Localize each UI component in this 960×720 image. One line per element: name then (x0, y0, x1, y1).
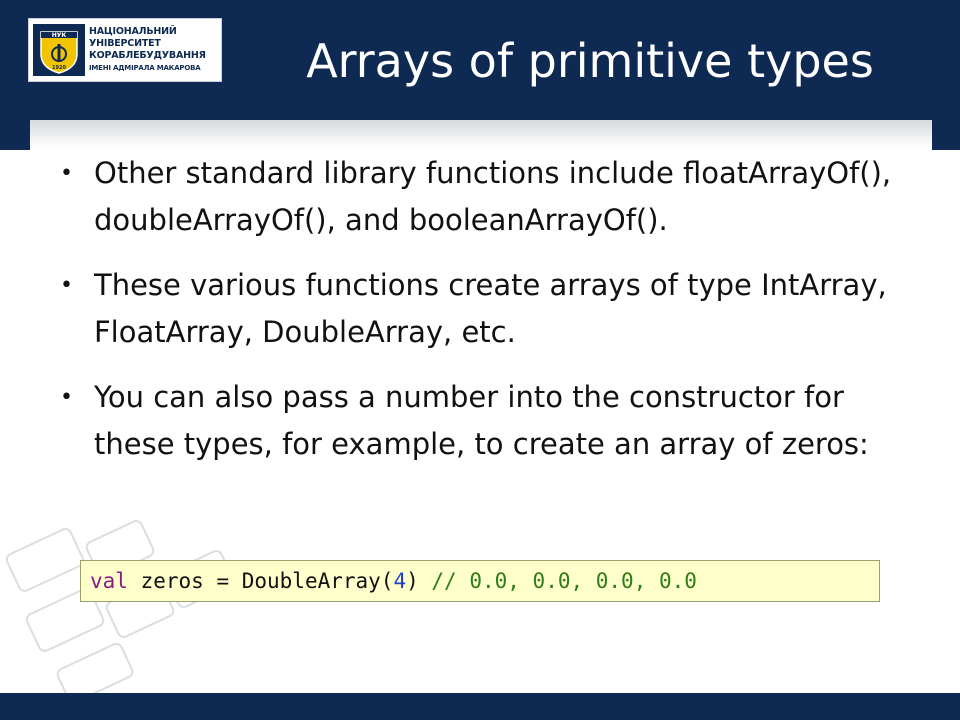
logo-line-1: НАЦІОНАЛЬНИЙ (89, 26, 177, 37)
keyboard-decoration-icon (5, 520, 235, 695)
logo-line-4: ІМЕНІ АДМІРАЛА МАКАРОВА (89, 64, 201, 72)
code-comment: // 0.0, 0.0, 0.0, 0.0 (431, 569, 697, 593)
code-keyword: val (90, 569, 128, 593)
bullet-item: • Other standard library functions inclu… (58, 150, 918, 244)
logo-line-2: УНІВЕРСИТЕТ (89, 38, 161, 49)
slide-header: НУК 1920 НАЦІОНАЛЬНИЙ УНІВЕРСИТЕТ КОРАБЛ… (0, 0, 960, 120)
emblem-year: 1920 (52, 65, 66, 71)
slide-body: • Other standard library functions inclu… (58, 150, 918, 486)
bullet-text: These various functions create arrays of… (94, 268, 887, 349)
bullet-item: • You can also pass a number into the co… (58, 374, 918, 468)
bullet-text: You can also pass a number into the cons… (94, 380, 869, 461)
emblem-letters: НУК (52, 32, 67, 39)
bullet-icon: • (60, 385, 73, 410)
bullet-item: • These various functions create arrays … (58, 262, 918, 356)
bullet-icon: • (60, 161, 73, 186)
code-snippet: val zeros = DoubleArray(4) // 0.0, 0.0, … (80, 560, 880, 602)
bullet-icon: • (60, 273, 73, 298)
header-edge-right (932, 120, 960, 150)
slide-footer (0, 693, 960, 720)
code-text: zeros = DoubleArray( (127, 569, 394, 593)
code-text-after: ) (406, 569, 432, 593)
slide-title: Arrays of primitive types (306, 34, 874, 88)
code-number: 4 (393, 569, 407, 593)
header-shadow (0, 120, 960, 148)
logo-line-3: КОРАБЛЕБУДУВАННЯ (89, 50, 206, 61)
header-edge-left (0, 120, 30, 150)
university-shield-icon: НУК 1920 (33, 24, 85, 76)
university-name: НАЦІОНАЛЬНИЙ УНІВЕРСИТЕТ КОРАБЛЕБУДУВАНН… (89, 26, 221, 74)
bullet-text: Other standard library functions include… (94, 156, 892, 237)
university-logo: НУК 1920 НАЦІОНАЛЬНИЙ УНІВЕРСИТЕТ КОРАБЛ… (28, 18, 222, 82)
